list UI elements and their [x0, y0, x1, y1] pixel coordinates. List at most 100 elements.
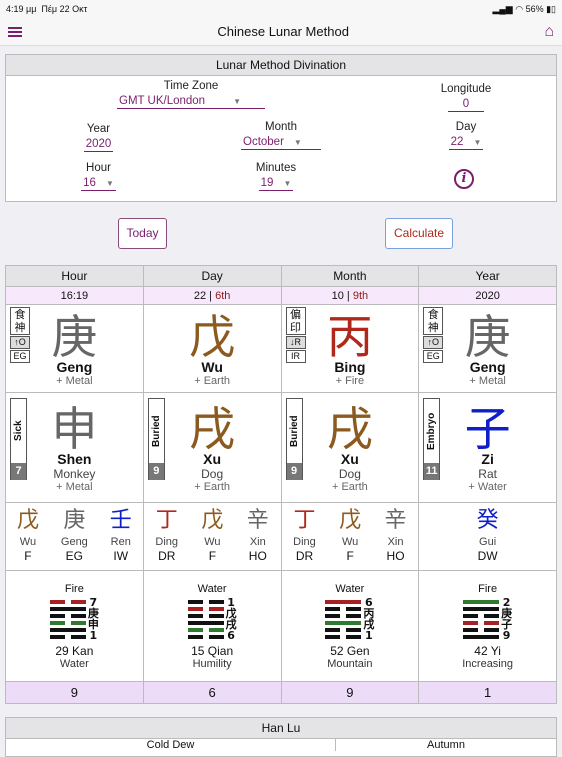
stem-pinyin: Wu	[201, 358, 223, 375]
pillar-date: 22 | 6th	[142, 286, 282, 305]
hexagram-meaning: Mountain	[327, 657, 373, 670]
hexagram-line	[463, 620, 500, 625]
pillar-number: 9	[5, 681, 144, 704]
hexagram-cell: Water 6 丙戌 1 52 Gen Mountain	[280, 570, 420, 682]
chevron-down-icon: ▼	[293, 138, 302, 147]
hexagram-line	[325, 606, 362, 611]
branch-element: + Water	[468, 480, 507, 493]
hidden-stems: 丁 Ding DR 戊 Wu F 辛 Xin HO	[282, 503, 419, 570]
form-title: Lunar Method Divination	[6, 55, 556, 76]
stem-element: + Metal	[469, 374, 506, 387]
han-lu-title: Han Lu	[6, 718, 556, 739]
hexagram-labels: 7庚申1	[87, 595, 99, 643]
home-icon[interactable]: ⌂	[544, 23, 554, 41]
earthly-branch: Sick 7 申 Shen Monkey + Metal	[5, 392, 144, 503]
timezone-field[interactable]: Time Zone GMT UK/London ▼	[116, 80, 266, 109]
pillar-date: 16:19	[5, 286, 144, 305]
month-field[interactable]: Month October ▼	[236, 121, 326, 150]
pillar-number: 1	[418, 681, 557, 704]
chevron-down-icon: ▼	[283, 179, 292, 188]
hexagram-line	[463, 613, 500, 618]
divination-form: Lunar Method Divination Time Zone GMT UK…	[5, 54, 557, 202]
status-time: 4:19 μμ	[6, 4, 37, 14]
life-stage-tag: Embryo 11	[423, 398, 441, 480]
year-input[interactable]: 2020	[83, 138, 114, 152]
hour-value[interactable]: 16	[83, 177, 96, 189]
hexagram-line	[187, 620, 224, 625]
calculate-button[interactable]: Calculate	[385, 218, 453, 249]
timezone-label: Time Zone	[163, 80, 219, 92]
month-label: Month	[265, 121, 297, 133]
minutes-value[interactable]: 19	[261, 177, 274, 189]
hexagram-meaning: Humility	[192, 657, 232, 670]
column-header: Day	[142, 265, 282, 287]
battery-icon: ▮▯	[546, 3, 556, 14]
hexagram-line	[49, 613, 86, 618]
hexagram-line	[187, 606, 224, 611]
hexagram-name: 15 Qian	[191, 643, 234, 658]
menu-icon[interactable]	[8, 26, 22, 37]
minutes-field[interactable]: Minutes 19 ▼	[246, 162, 306, 191]
hexagram-line	[463, 627, 500, 632]
solar-term: Cold Dew	[6, 739, 336, 751]
stem-element: + Fire	[335, 374, 365, 387]
longitude-label: Longitude	[440, 83, 492, 95]
wifi-icon: ◠	[515, 3, 524, 14]
info-icon[interactable]: i	[454, 169, 474, 189]
chevron-down-icon: ▼	[473, 138, 482, 147]
branch-element: + Earth	[194, 480, 231, 493]
timezone-value[interactable]: GMT UK/London	[119, 95, 205, 107]
hexagram	[325, 597, 362, 642]
hidden-stem: 癸 Gui DW	[476, 508, 499, 563]
hexagram-element: Fire	[64, 582, 84, 595]
heavenly-stem: 食神 ↑O EG 庚 Geng + Metal	[418, 304, 557, 393]
hexagram-name: 29 Kan	[55, 643, 94, 658]
life-stage-tag: Sick 7	[10, 398, 27, 480]
hexagram-meaning: Water	[59, 657, 89, 670]
hidden-stem: 壬 Ren IW	[109, 508, 132, 563]
branch-element: + Earth	[331, 480, 368, 493]
hidden-stems: 丁 Ding DR 戊 Wu F 辛 Xin HO	[144, 503, 281, 570]
chevron-down-icon: ▼	[105, 179, 114, 188]
heavenly-stem: 食神 ↑O EG 庚 Geng + Metal	[5, 304, 144, 393]
life-stage-tag: Buried 9	[147, 398, 165, 480]
day-field[interactable]: Day 22 ▼	[438, 121, 494, 150]
longitude-field[interactable]: Longitude 0	[426, 83, 506, 112]
year-field[interactable]: Year 2020	[76, 123, 121, 152]
hexagram-line	[187, 613, 224, 618]
longitude-input[interactable]: 0	[448, 98, 484, 112]
hidden-stem: 庚 Geng EG	[60, 508, 88, 563]
ten-god-tag: 偏印 ↓R IR	[285, 307, 306, 364]
hexagram-element: Water	[335, 582, 365, 595]
heavenly-stem: 戊 Wu + Earth	[142, 304, 282, 393]
today-button[interactable]: Today	[118, 218, 167, 249]
pillar-number: 9	[280, 681, 420, 704]
month-value[interactable]: October	[243, 136, 284, 148]
day-value[interactable]: 22	[451, 136, 464, 148]
column-header: Month	[280, 265, 420, 287]
page-title: Chinese Lunar Method	[217, 24, 349, 39]
pillars-table: Hour Day Month Year 16:19 22 | 6th 10 | 9th 20…	[5, 265, 557, 704]
ten-god-tag: 食神 ↑O EG	[423, 307, 444, 364]
season: Autumn	[427, 739, 465, 751]
han-lu-panel: Han Lu Cold Dew Autumn	[5, 717, 557, 757]
earthly-branch: Buried 9 戌 Xu Dog + Earth	[142, 392, 282, 503]
hexagram-element: Water	[197, 582, 227, 595]
hexagram-labels: 2庚子9	[501, 595, 513, 643]
hexagram	[463, 597, 500, 642]
status-bar: 4:19 μμ Πέμ 22 Οκτ ▂▄▆ ◠ 56% ▮▯	[0, 0, 562, 18]
hexagram-labels: 6丙戌1	[363, 595, 375, 643]
hexagram-line	[325, 634, 362, 639]
branch-element: + Metal	[56, 480, 93, 493]
hexagram-line	[49, 606, 86, 611]
minutes-label: Minutes	[255, 162, 297, 174]
day-label: Day	[455, 121, 477, 133]
pillar-date: 10 | 9th	[280, 286, 420, 305]
hidden-stem: 戊 Wu F	[339, 508, 362, 563]
stem-element: + Metal	[56, 374, 93, 387]
hexagram-line	[463, 634, 500, 639]
hour-field[interactable]: Hour 16 ▼	[76, 162, 121, 191]
hexagram-meaning: Increasing	[462, 657, 513, 670]
nav-bar: Chinese Lunar Method ⌂	[0, 18, 562, 46]
chevron-down-icon: ▼	[233, 97, 242, 106]
